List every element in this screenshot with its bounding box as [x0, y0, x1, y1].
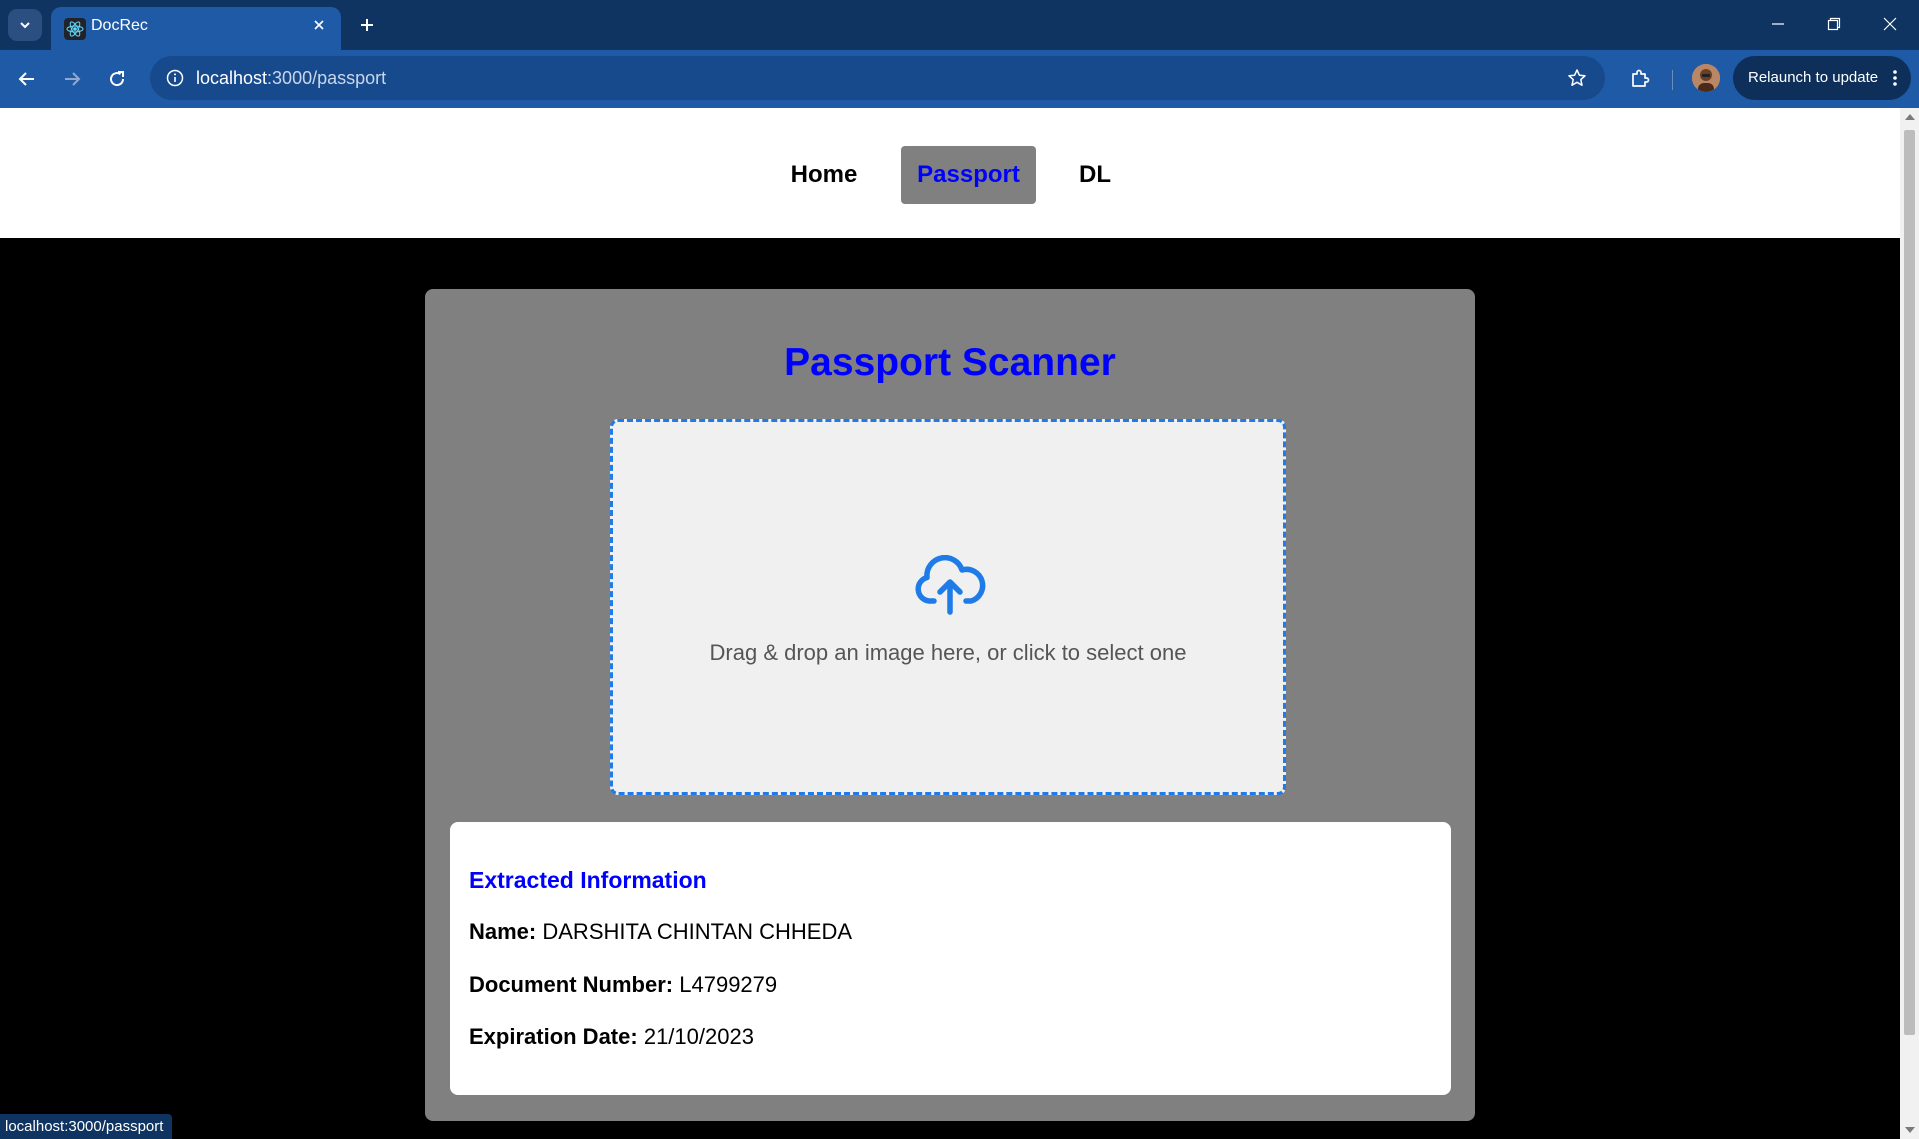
tab-title: DocRec — [91, 17, 148, 34]
dropzone-instructions: Drag & drop an image here, or click to s… — [709, 640, 1187, 665]
document-number-label: Document Number: — [469, 972, 674, 997]
restore-icon[interactable] — [1806, 0, 1862, 48]
extensions-puzzle-icon[interactable] — [1620, 59, 1660, 99]
name-field-label: Name: — [469, 919, 537, 944]
browser-toolbar: localhost:3000/passport Relaunch to upda… — [0, 50, 1919, 108]
url-path: :3000/passport — [267, 68, 387, 88]
cloud-upload-icon — [915, 555, 986, 615]
page-scrollbar[interactable] — [1900, 108, 1919, 1139]
document-number-row: Document Number: L4799279 — [469, 972, 777, 998]
scroll-down-arrow-icon[interactable] — [1905, 1127, 1915, 1133]
image-dropzone[interactable]: Drag & drop an image here, or click to s… — [610, 419, 1286, 795]
scroll-up-arrow-icon[interactable] — [1905, 114, 1915, 120]
relaunch-label: Relaunch to update — [1748, 69, 1879, 86]
forward-arrow-icon[interactable] — [52, 59, 92, 99]
top-navbar: Home Passport DL — [0, 108, 1900, 238]
page-title: Passport Scanner — [784, 341, 1116, 384]
toolbar-divider — [1672, 70, 1673, 90]
nav-link-home[interactable]: Home — [767, 146, 881, 204]
scrollbar-thumb[interactable] — [1904, 130, 1915, 1035]
kebab-menu-icon[interactable] — [1887, 64, 1903, 92]
name-field-row: Name: DARSHITA CHINTAN CHHEDA — [469, 919, 852, 945]
address-bar[interactable]: localhost:3000/passport — [150, 56, 1605, 100]
bookmark-star-icon[interactable] — [1563, 64, 1591, 92]
nav-link-dl[interactable]: DL — [1060, 146, 1130, 204]
window-close-icon[interactable] — [1862, 0, 1918, 48]
browser-tab-strip: DocRec — [0, 0, 1919, 50]
page-viewport: Home Passport DL Passport Scanner Drag &… — [0, 108, 1900, 1139]
minimize-icon[interactable] — [1750, 0, 1806, 48]
profile-avatar[interactable] — [1692, 64, 1720, 92]
chevron-down-icon — [20, 22, 30, 29]
expiration-date-row: Expiration Date: 21/10/2023 — [469, 1024, 754, 1050]
extracted-info-heading: Extracted Information — [469, 867, 707, 893]
relaunch-to-update-button[interactable]: Relaunch to update — [1733, 56, 1911, 100]
browser-tab[interactable]: DocRec — [51, 7, 341, 50]
url-host: localhost — [196, 68, 268, 88]
tab-search-button[interactable] — [8, 9, 42, 41]
url-text[interactable]: localhost:3000/passport — [196, 56, 386, 100]
nav-link-passport[interactable]: Passport — [901, 146, 1036, 204]
tab-close-icon[interactable] — [307, 13, 331, 37]
document-number-value: L4799279 — [679, 972, 778, 997]
extracted-info-panel: Extracted Information Name: DARSHITA CHI… — [450, 822, 1451, 1095]
react-logo-icon — [64, 18, 86, 40]
name-field-value: DARSHITA CHINTAN CHHEDA — [542, 919, 853, 944]
reload-icon[interactable] — [97, 59, 137, 99]
expiration-date-value: 21/10/2023 — [643, 1024, 754, 1049]
site-info-icon[interactable] — [160, 63, 190, 93]
new-tab-plus-icon[interactable] — [352, 10, 382, 40]
back-arrow-icon[interactable] — [7, 59, 47, 99]
scanner-card: Passport Scanner Drag & drop an image he… — [425, 289, 1475, 1121]
link-status-bar: localhost:3000/passport — [0, 1114, 173, 1139]
expiration-date-label: Expiration Date: — [469, 1024, 638, 1049]
